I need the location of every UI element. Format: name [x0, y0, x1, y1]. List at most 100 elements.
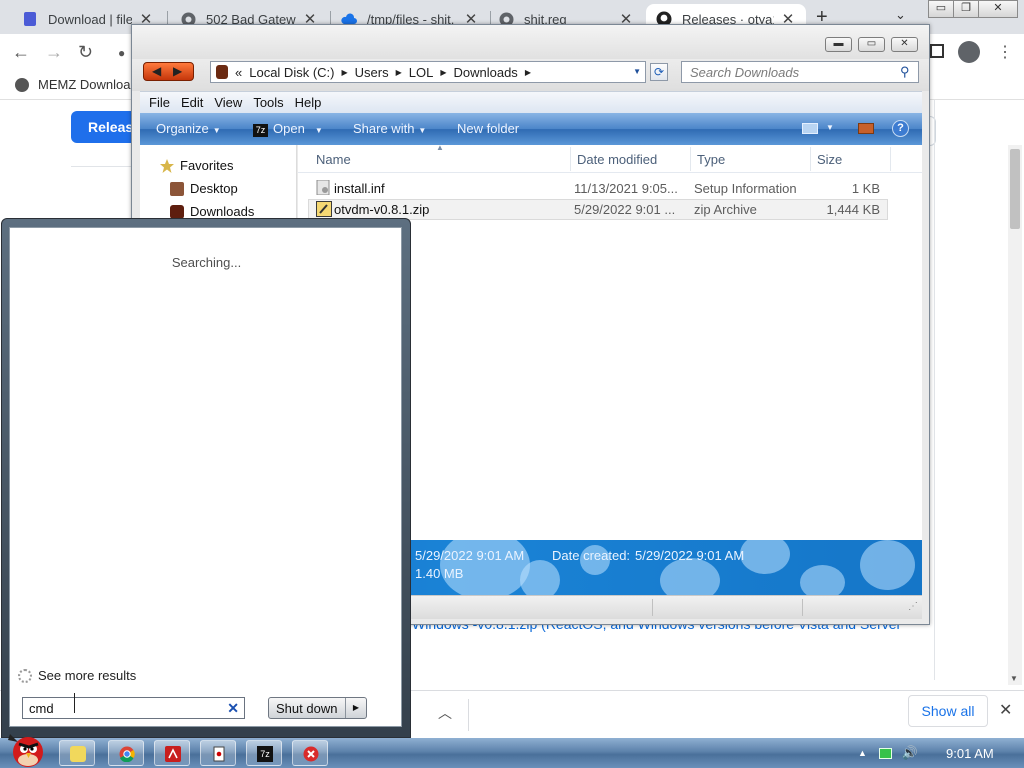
menu-tools[interactable]: Tools: [253, 95, 283, 110]
see-more-results-link[interactable]: See more results: [18, 668, 136, 683]
page-scrollbar[interactable]: ▼: [1008, 145, 1022, 685]
view-options-icon[interactable]: [802, 123, 818, 134]
taskbar-chrome[interactable]: [108, 740, 144, 766]
forward-arrow-icon[interactable]: ▶: [173, 64, 182, 78]
help-icon[interactable]: ?: [892, 120, 909, 137]
7zip-icon: 7z: [253, 124, 268, 137]
scrollbar-thumb[interactable]: [1010, 149, 1020, 229]
network-icon[interactable]: [878, 747, 892, 759]
reload-icon[interactable]: ↻: [78, 42, 93, 63]
tab-label: Download | file.i: [48, 11, 132, 27]
address-dropdown-icon[interactable]: ▼: [633, 67, 641, 76]
taskbar-7zip[interactable]: 7z: [246, 740, 282, 766]
chrome-icon: [119, 746, 135, 763]
share-with-button[interactable]: Share with ▼: [353, 121, 426, 136]
back-arrow-icon[interactable]: ◀: [152, 64, 161, 78]
start-orb-angry-bird-icon[interactable]: [4, 732, 48, 768]
column-divider[interactable]: [890, 147, 891, 171]
address-row: ◀ ▶ « Local Disk (C:) ▶ Users ▶ LOL ▶ Do…: [132, 59, 929, 91]
column-divider[interactable]: [570, 147, 571, 171]
breadcrumb-prefix[interactable]: «: [235, 65, 242, 80]
chevron-down-icon[interactable]: ▼: [826, 123, 834, 132]
close-icon[interactable]: ✕: [999, 700, 1012, 720]
nav-label: Favorites: [180, 158, 234, 173]
menu-file[interactable]: File: [149, 95, 170, 110]
nav-favorites[interactable]: Favorites: [160, 158, 233, 173]
column-date-modified[interactable]: Date modified: [577, 152, 657, 167]
close-window-button[interactable]: ✕: [978, 0, 1018, 18]
back-arrow-icon[interactable]: ←: [12, 42, 30, 63]
sort-arrow-icon: ▲: [436, 143, 444, 152]
scroll-down-icon[interactable]: ▼: [1010, 674, 1018, 683]
clear-search-icon[interactable]: ✕: [227, 700, 239, 717]
system-tray: ▲ 🔊: [858, 745, 918, 761]
window-caption[interactable]: ▬ ▭ ✕: [132, 25, 929, 59]
breadcrumb-arrow-icon[interactable]: ▶: [396, 68, 402, 77]
maximize-button[interactable]: ▭: [858, 37, 885, 52]
breadcrumb-users[interactable]: Users: [355, 65, 389, 80]
divider: [934, 100, 935, 680]
nav-desktop[interactable]: Desktop: [170, 181, 238, 196]
side-panel-icon[interactable]: [930, 44, 944, 58]
file-row[interactable]: install.inf 11/13/2021 9:05... Setup Inf…: [308, 178, 888, 199]
chevron-down-icon: ▼: [314, 126, 323, 135]
column-size[interactable]: Size: [817, 152, 842, 167]
breadcrumb-local-disk[interactable]: Local Disk (C:): [249, 65, 334, 80]
setup-file-icon: [316, 179, 331, 196]
volume-icon[interactable]: 🔊: [902, 745, 918, 761]
file-type: Setup Information: [694, 181, 797, 196]
shutdown-button[interactable]: Shut down ▶: [268, 697, 367, 719]
back-forward-buttons[interactable]: ◀ ▶: [143, 62, 194, 81]
decorative-bubble: [860, 540, 915, 590]
taskbar-clock[interactable]: 9:01 AM: [946, 746, 994, 761]
breadcrumb-arrow-icon[interactable]: ▶: [440, 68, 446, 77]
resize-grip-icon[interactable]: ⋰: [908, 601, 918, 612]
column-divider[interactable]: [810, 147, 811, 171]
column-divider[interactable]: [690, 147, 691, 171]
column-name[interactable]: Name: [316, 152, 351, 167]
shutdown-options-arrow-icon[interactable]: ▶: [345, 698, 366, 718]
taskbar-error-app[interactable]: [292, 740, 328, 766]
searching-status: Searching...: [171, 255, 242, 270]
search-icon[interactable]: ⚲: [900, 64, 910, 80]
new-folder-button[interactable]: New folder: [457, 121, 519, 136]
column-type[interactable]: Type: [697, 152, 725, 167]
breadcrumb-lol[interactable]: LOL: [409, 65, 434, 80]
breadcrumb-downloads[interactable]: Downloads: [453, 65, 517, 80]
taskbar-cards-game[interactable]: [200, 740, 236, 766]
file-row-selected[interactable]: otvdm-v0.8.1.zip 5/29/2022 9:01 ... zip …: [308, 199, 888, 220]
bookmark-memz[interactable]: MEMZ Downloa: [15, 77, 130, 92]
show-hidden-icons-chevron-icon[interactable]: ▲: [858, 748, 867, 758]
search-input[interactable]: Search Downloads: [681, 61, 919, 83]
chevron-down-icon: ▼: [418, 126, 427, 135]
taskbar-acrobat[interactable]: [154, 740, 190, 766]
close-window-button[interactable]: ✕: [891, 37, 918, 52]
see-more-label: See more results: [38, 668, 137, 683]
forward-arrow-icon[interactable]: →: [45, 42, 63, 63]
restore-button[interactable]: ❐: [953, 0, 979, 18]
preview-pane-icon[interactable]: [858, 123, 874, 134]
search-value: cmd: [29, 701, 54, 716]
taskbar-explorer[interactable]: [59, 740, 95, 766]
breadcrumb-arrow-icon[interactable]: ▶: [525, 68, 531, 77]
divider: [802, 599, 803, 616]
menu-view[interactable]: View: [214, 95, 242, 110]
address-bar[interactable]: « Local Disk (C:) ▶ Users ▶ LOL ▶ Downlo…: [210, 61, 646, 83]
refresh-icon[interactable]: ⟳: [650, 63, 668, 81]
nav-downloads[interactable]: Downloads: [170, 204, 254, 219]
organize-button[interactable]: Organize ▼: [156, 121, 221, 136]
profile-avatar-icon[interactable]: [958, 41, 980, 63]
open-button[interactable]: 7z Open ▼: [253, 121, 323, 137]
kebab-menu-icon[interactable]: ⋮: [997, 42, 1013, 62]
lock-icon[interactable]: ●: [118, 46, 125, 60]
chevron-up-icon[interactable]: ︿: [438, 703, 452, 723]
menu-edit[interactable]: Edit: [181, 95, 203, 110]
decorative-bubble: [740, 540, 790, 574]
menu-help[interactable]: Help: [295, 95, 322, 110]
minimize-button[interactable]: ▬: [825, 37, 852, 52]
show-all-button[interactable]: Show all: [908, 695, 988, 727]
minimize-button[interactable]: ▭: [928, 0, 954, 18]
start-search-input[interactable]: cmd ✕: [22, 697, 245, 719]
breadcrumb-arrow-icon[interactable]: ▶: [341, 68, 347, 77]
tab-search-chevron-icon[interactable]: ⌄: [895, 7, 906, 23]
